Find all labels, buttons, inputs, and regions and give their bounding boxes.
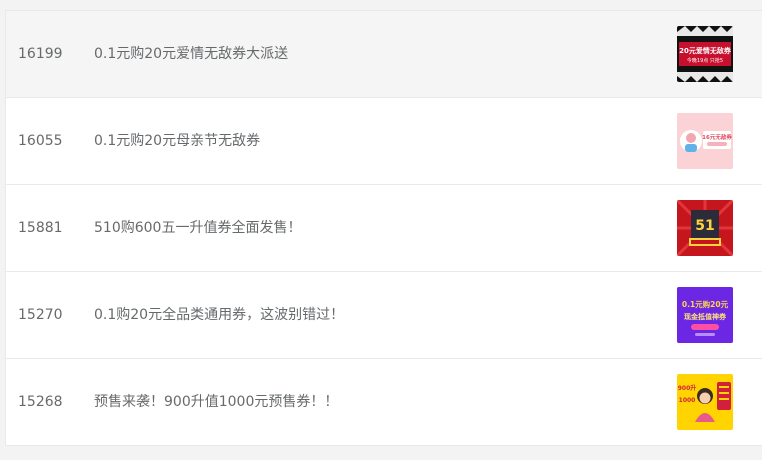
row-title[interactable]: 预售来袭！900升值1000元预售券！！ [94,359,338,445]
table-row[interactable]: 15881 510购600五一升值券全面发售！ 51 [6,185,762,272]
activity-table: 16199 0.1元购20元爱情无敌券大派送 20元爱情无敌券 今晚19点 只抢… [5,10,762,446]
row-id: 15268 [18,394,63,410]
row-title[interactable]: 510购600五一升值券全面发售！ [94,185,301,271]
table-row[interactable]: 16055 0.1元购20元母亲节无敌券 16元无敌券 [6,98,762,185]
row-id: 16199 [18,46,63,62]
row-id: 15881 [18,220,63,236]
svg-text:0.1元购20元: 0.1元购20元 [682,299,729,309]
valentine-coupon-banner-icon[interactable]: 20元爱情无敌券 今晚19点 只抢5 [677,26,733,82]
row-title[interactable]: 0.1元购20元爱情无敌券大派送 [94,11,288,97]
row-title[interactable]: 0.1元购20元母亲节无敌券 [94,98,260,184]
table-row[interactable]: 15268 预售来袭！900升值1000元预售券！！ 900升 1000 [6,359,762,446]
svg-text:900升: 900升 [678,384,697,392]
table-row[interactable]: 16199 0.1元购20元爱情无敌券大派送 20元爱情无敌券 今晚19点 只抢… [6,11,762,98]
svg-text:16元无敌券: 16元无敌券 [702,133,732,141]
row-title[interactable]: 0.1购20元全品类通用券，这波别错过！ [94,272,344,358]
svg-text:现金抵值神券: 现金抵值神券 [684,312,727,321]
row-id: 16055 [18,133,63,149]
svg-text:20元爱情无敌券: 20元爱情无敌券 [679,46,732,55]
svg-text:1000: 1000 [679,397,696,404]
row-id: 15270 [18,307,63,323]
may-day-coupon-banner-icon[interactable]: 51 [677,200,733,256]
svg-text:51: 51 [695,218,714,234]
presale-coupon-banner-icon[interactable]: 900升 1000 [677,374,733,430]
table-row[interactable]: 15270 0.1购20元全品类通用券，这波别错过！ 0.1元购20元 现金抵值… [6,272,762,359]
content-panel: 16199 0.1元购20元爱情无敌券大派送 20元爱情无敌券 今晚19点 只抢… [0,0,762,460]
svg-text:今晚19点 只抢5: 今晚19点 只抢5 [687,57,723,64]
universal-coupon-banner-icon[interactable]: 0.1元购20元 现金抵值神券 [677,287,733,343]
mothers-day-coupon-banner-icon[interactable]: 16元无敌券 [677,113,733,169]
